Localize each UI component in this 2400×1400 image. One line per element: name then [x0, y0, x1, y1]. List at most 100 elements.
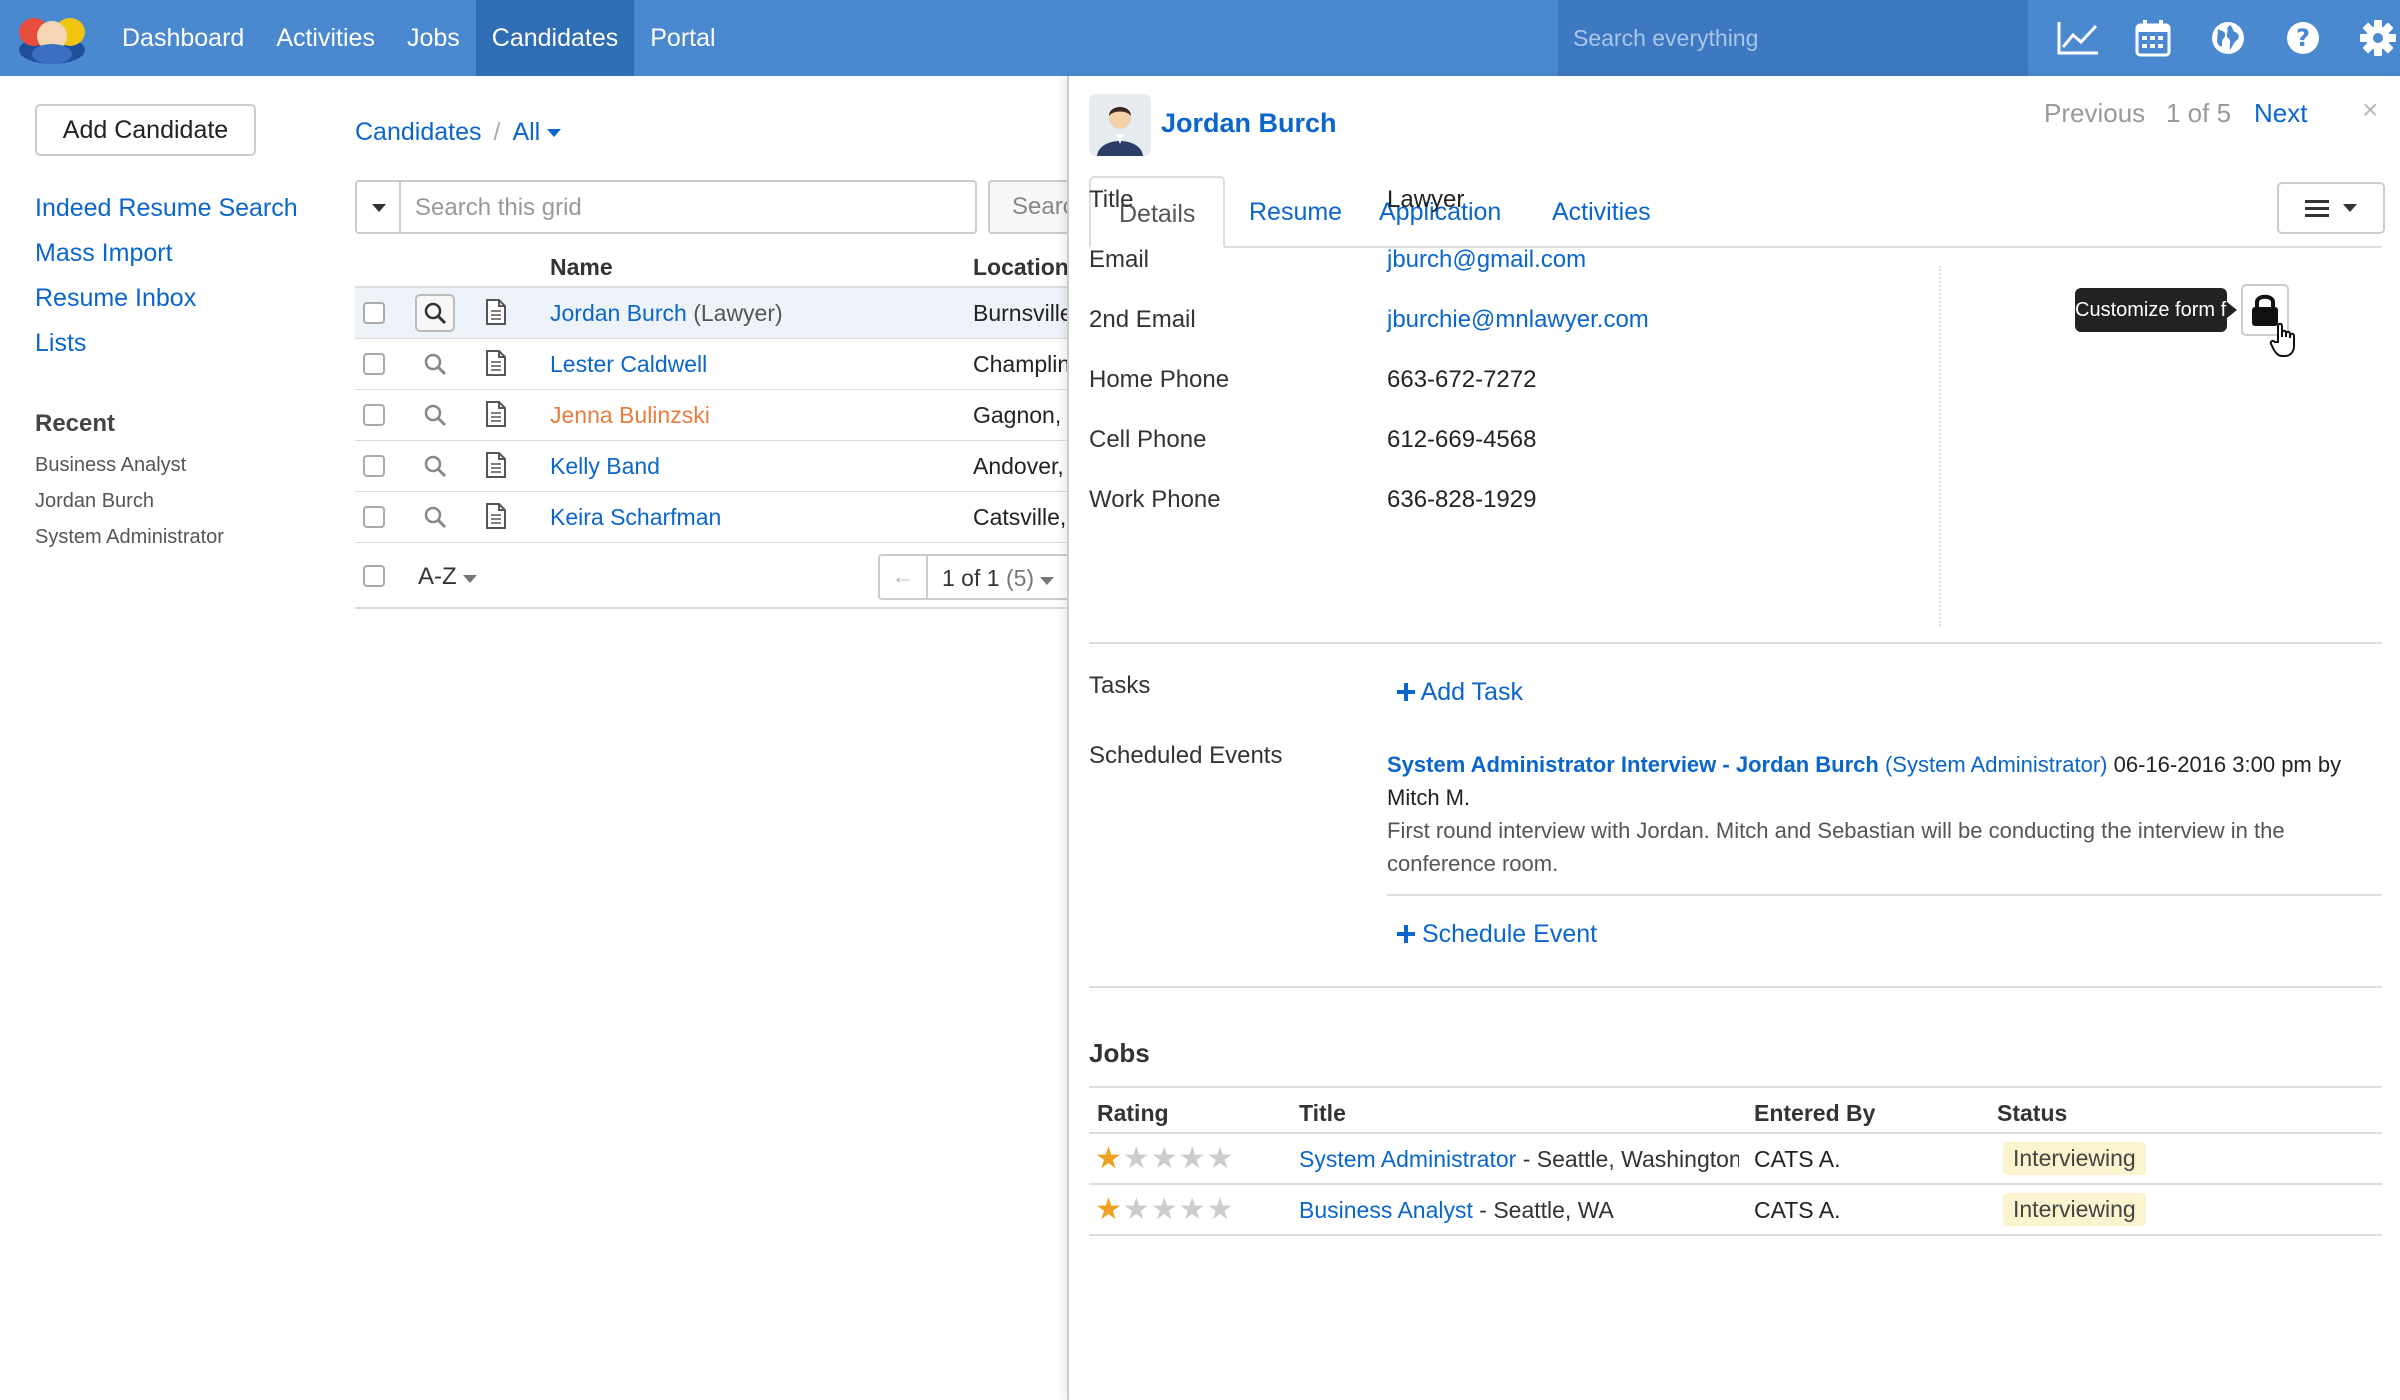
sort-dropdown[interactable]: A-Z: [418, 563, 478, 591]
nav-jobs[interactable]: Jobs: [391, 0, 476, 76]
pager: ← 1 of 1 (5): [878, 554, 1078, 600]
table-row[interactable]: Kelly Band Andover,: [355, 441, 1067, 492]
nav-dashboard[interactable]: Dashboard: [106, 0, 260, 76]
nav-candidates[interactable]: Candidates: [475, 0, 635, 76]
chart-icon[interactable]: [2040, 0, 2115, 76]
job-location: - Seattle, WA: [1479, 1197, 1614, 1223]
grid-search-button[interactable]: Search: [988, 180, 1068, 234]
column-header-location[interactable]: Location: [973, 254, 1069, 281]
table-row[interactable]: Jordan Burch (Lawyer) Burnsville: [355, 288, 1067, 339]
nav-activities[interactable]: Activities: [260, 0, 391, 76]
recent-item[interactable]: Business Analyst: [35, 454, 186, 477]
candidate-name-link[interactable]: Lester Caldwell: [550, 351, 707, 377]
rating-star-icon[interactable]: ★: [1179, 1193, 1207, 1226]
row-checkbox[interactable]: [363, 455, 385, 477]
tab-activities[interactable]: Activities: [1552, 176, 1651, 248]
cats-logo[interactable]: [14, 10, 90, 66]
status-badge[interactable]: Interviewing: [2003, 1193, 2146, 1226]
tab-resume[interactable]: Resume: [1249, 176, 1342, 248]
column-header-status[interactable]: Status: [1997, 1100, 2067, 1127]
quick-view-search-icon[interactable]: [415, 294, 455, 332]
next-button[interactable]: Next: [2254, 98, 2307, 129]
event-job-link[interactable]: (System Administrator): [1885, 752, 2108, 777]
recent-item[interactable]: Jordan Burch: [35, 490, 154, 513]
column-header-entered-by[interactable]: Entered By: [1754, 1100, 1875, 1127]
rating-star-icon[interactable]: ★: [1151, 1142, 1179, 1175]
nav-portal[interactable]: Portal: [634, 0, 731, 76]
schedule-event-link[interactable]: Schedule Event: [1397, 920, 1597, 949]
event-title-link[interactable]: System Administrator Interview - Jordan …: [1387, 752, 1879, 777]
rating-star-icon[interactable]: ★: [1123, 1193, 1151, 1226]
quick-view-search-icon[interactable]: [415, 396, 455, 434]
previous-button[interactable]: Previous: [2044, 98, 2145, 129]
job-title-link[interactable]: Business Analyst: [1299, 1197, 1473, 1223]
calendar-icon[interactable]: [2115, 0, 2190, 76]
gear-icon[interactable]: [2340, 0, 2400, 76]
add-task-link[interactable]: Add Task: [1397, 678, 1523, 707]
row-checkbox[interactable]: [363, 506, 385, 528]
quick-view-search-icon[interactable]: [415, 447, 455, 485]
candidate-name[interactable]: Jordan Burch: [1161, 108, 1337, 139]
grid-search-options-dropdown[interactable]: [357, 182, 401, 232]
globe-icon[interactable]: [2190, 0, 2265, 76]
sidebar-link-resume-inbox[interactable]: Resume Inbox: [35, 284, 196, 313]
resume-document-icon[interactable]: [485, 502, 507, 536]
candidate-detail-panel: Jordan Burch Previous 1 of 5 Next × Deta…: [1067, 76, 2400, 1400]
status-badge[interactable]: Interviewing: [2003, 1142, 2146, 1175]
table-row: ★★★★★ System Administrator - Seattle, Was…: [1089, 1134, 2382, 1185]
column-header-name[interactable]: Name: [550, 254, 613, 281]
breadcrumb-candidates[interactable]: Candidates: [355, 118, 481, 146]
rating-star-icon[interactable]: ★: [1151, 1193, 1179, 1226]
field-label: Title: [1089, 186, 1134, 213]
close-icon[interactable]: ×: [2362, 94, 2378, 126]
row-checkbox[interactable]: [363, 404, 385, 426]
quick-view-search-icon[interactable]: [415, 345, 455, 383]
rating-star-icon[interactable]: ★: [1123, 1142, 1151, 1175]
candidate-name-link[interactable]: Keira Scharfman: [550, 504, 721, 530]
resume-document-icon[interactable]: [485, 298, 507, 332]
resume-document-icon[interactable]: [485, 451, 507, 485]
sidebar-link-lists[interactable]: Lists: [35, 329, 86, 358]
column-header-title[interactable]: Title: [1299, 1100, 1346, 1127]
table-row[interactable]: Lester Caldwell Champlin: [355, 339, 1067, 390]
resume-document-icon[interactable]: [485, 400, 507, 434]
rating-star-icon[interactable]: ★: [1095, 1142, 1123, 1175]
help-icon[interactable]: ?: [2265, 0, 2340, 76]
row-checkbox[interactable]: [363, 302, 385, 324]
row-checkbox[interactable]: [363, 353, 385, 375]
star-rating: ★★★★★: [1095, 1144, 1235, 1174]
table-row[interactable]: Jenna Bulinzski Gagnon,: [355, 390, 1067, 441]
actions-menu-button[interactable]: [2277, 182, 2385, 234]
resume-document-icon[interactable]: [485, 349, 507, 383]
add-candidate-button[interactable]: Add Candidate: [35, 104, 256, 156]
recent-item[interactable]: System Administrator: [35, 526, 224, 549]
sidebar-link-indeed-resume-search[interactable]: Indeed Resume Search: [35, 194, 298, 223]
rating-star-icon[interactable]: ★: [1095, 1193, 1123, 1226]
candidate-location: Catsville,: [973, 504, 1067, 530]
rating-star-icon[interactable]: ★: [1179, 1142, 1207, 1175]
field-value: 636-828-1929: [1387, 486, 1537, 513]
breadcrumb-filter-dropdown[interactable]: All: [512, 118, 562, 146]
select-all-checkbox[interactable]: [363, 565, 385, 587]
svg-text:?: ?: [2296, 24, 2310, 52]
candidate-name-link[interactable]: Kelly Band: [550, 453, 660, 479]
global-search-input[interactable]: Search everything: [1558, 0, 2028, 76]
sidebar-link-mass-import[interactable]: Mass Import: [35, 239, 173, 268]
column-header-rating[interactable]: Rating: [1097, 1100, 1169, 1127]
field-value[interactable]: jburchie@mnlawyer.com: [1387, 306, 1649, 334]
job-title-link[interactable]: System Administrator: [1299, 1146, 1516, 1172]
candidate-name-link[interactable]: Jordan Burch: [550, 300, 687, 326]
rating-star-icon[interactable]: ★: [1207, 1193, 1235, 1226]
candidate-name-link[interactable]: Jenna Bulinzski: [550, 402, 710, 428]
tasks-label: Tasks: [1089, 672, 1151, 699]
candidate-location: Champlin: [973, 351, 1067, 377]
quick-view-search-icon[interactable]: [415, 498, 455, 536]
pager-dropdown[interactable]: 1 of 1 (5): [942, 565, 1055, 592]
pager-prev-arrow-icon[interactable]: ←: [880, 556, 928, 598]
field-value[interactable]: jburch@gmail.com: [1387, 246, 1586, 274]
table-row[interactable]: Keira Scharfman Catsville,: [355, 492, 1067, 543]
grid-search-input[interactable]: Search this grid: [415, 194, 582, 222]
candidate-location: Burnsville: [973, 300, 1067, 326]
rating-star-icon[interactable]: ★: [1207, 1142, 1235, 1175]
caret-down-icon: [547, 129, 562, 138]
